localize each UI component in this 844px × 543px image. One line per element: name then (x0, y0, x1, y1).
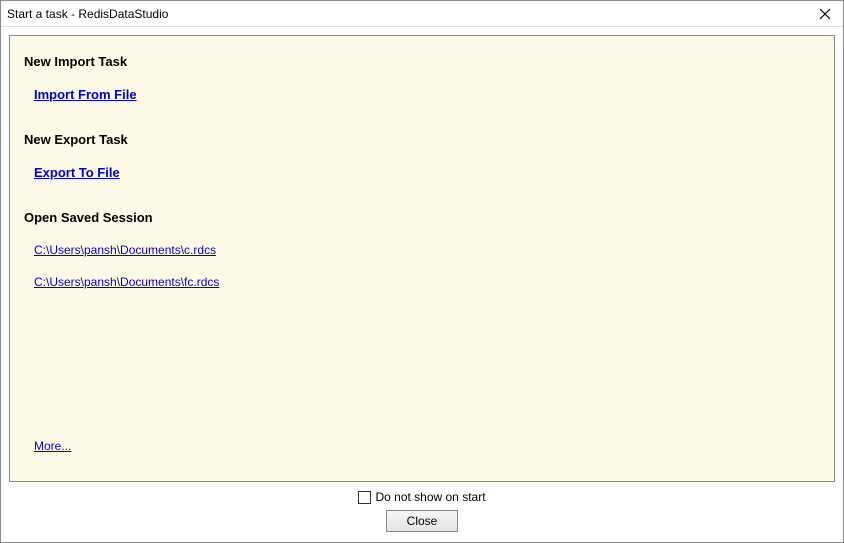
do-not-show-label: Do not show on start (375, 490, 485, 504)
export-to-file-link[interactable]: Export To File (34, 165, 120, 180)
window-title: Start a task - RedisDataStudio (5, 7, 168, 21)
import-heading: New Import Task (24, 54, 820, 69)
dialog-window: Start a task - RedisDataStudio New Impor… (0, 0, 844, 543)
close-button[interactable]: Close (386, 510, 458, 532)
session-heading: Open Saved Session (24, 210, 820, 225)
saved-session-link[interactable]: C:\Users\pansh\Documents\fc.rdcs (34, 275, 219, 289)
export-heading: New Export Task (24, 132, 820, 147)
saved-session-link[interactable]: C:\Users\pansh\Documents\c.rdcs (34, 243, 216, 257)
import-from-file-link[interactable]: Import From File (34, 87, 137, 102)
close-icon[interactable] (817, 6, 833, 22)
footer: Do not show on start Close (9, 482, 835, 536)
content-area: New Import Task Import From File New Exp… (1, 27, 843, 542)
titlebar: Start a task - RedisDataStudio (1, 1, 843, 27)
more-link[interactable]: More... (34, 439, 71, 453)
main-panel: New Import Task Import From File New Exp… (9, 35, 835, 482)
do-not-show-row: Do not show on start (358, 490, 485, 504)
do-not-show-checkbox[interactable] (358, 491, 371, 504)
